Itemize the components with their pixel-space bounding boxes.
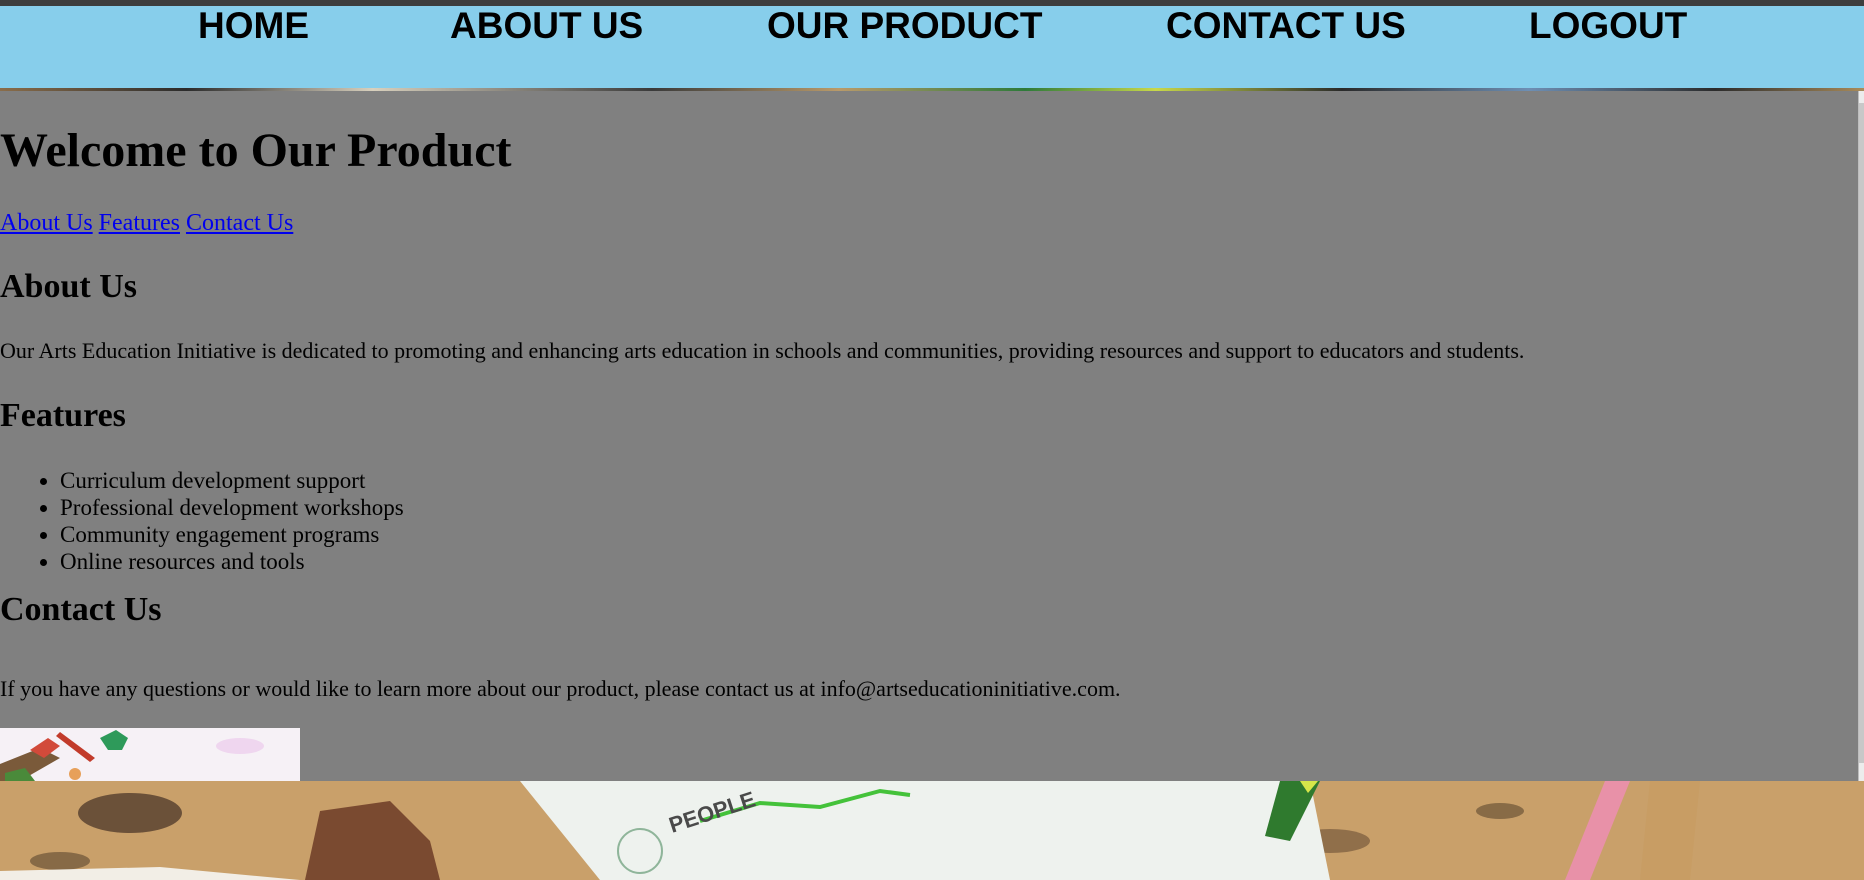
list-item: Community engagement programs xyxy=(60,521,404,548)
art-supplies-illustration xyxy=(0,728,300,781)
list-item: Professional development workshops xyxy=(60,494,404,521)
link-about-us[interactable]: About Us xyxy=(0,210,93,236)
nav-about-us[interactable]: ABOUT US xyxy=(450,6,643,46)
page-title: Welcome to Our Product xyxy=(0,124,512,177)
nav-contact-us[interactable]: CONTACT US xyxy=(1166,6,1406,46)
section-links: About Us Features Contact Us xyxy=(0,209,293,237)
content-frame: Welcome to Our Product About Us Features… xyxy=(0,91,1858,781)
features-heading: Features xyxy=(0,397,126,434)
top-navbar: HOME ABOUT US OUR PRODUCT CONTACT US LOG… xyxy=(0,6,1864,88)
content-scrollbar[interactable] xyxy=(1858,91,1864,781)
link-contact-us[interactable]: Contact Us xyxy=(186,210,293,236)
contact-heading: Contact Us xyxy=(0,591,162,628)
contact-text: If you have any questions or would like … xyxy=(0,676,1121,701)
nav-our-product[interactable]: OUR PRODUCT xyxy=(767,6,1042,46)
link-features[interactable]: Features xyxy=(99,210,180,236)
nav-logout[interactable]: LOGOUT xyxy=(1529,6,1687,46)
about-heading: About Us xyxy=(0,268,137,305)
nav-home[interactable]: HOME xyxy=(198,6,309,46)
features-list: Curriculum development support Professio… xyxy=(0,467,404,575)
background-photo: PEOPLE xyxy=(0,781,1864,880)
art-supplies-image xyxy=(0,728,300,781)
scrollbar-thumb[interactable] xyxy=(1859,103,1864,763)
list-item: Online resources and tools xyxy=(60,548,404,575)
desk-photo-illustration: PEOPLE xyxy=(0,781,1864,880)
about-text: Our Arts Education Initiative is dedicat… xyxy=(0,338,1525,363)
list-item: Curriculum development support xyxy=(60,467,404,494)
